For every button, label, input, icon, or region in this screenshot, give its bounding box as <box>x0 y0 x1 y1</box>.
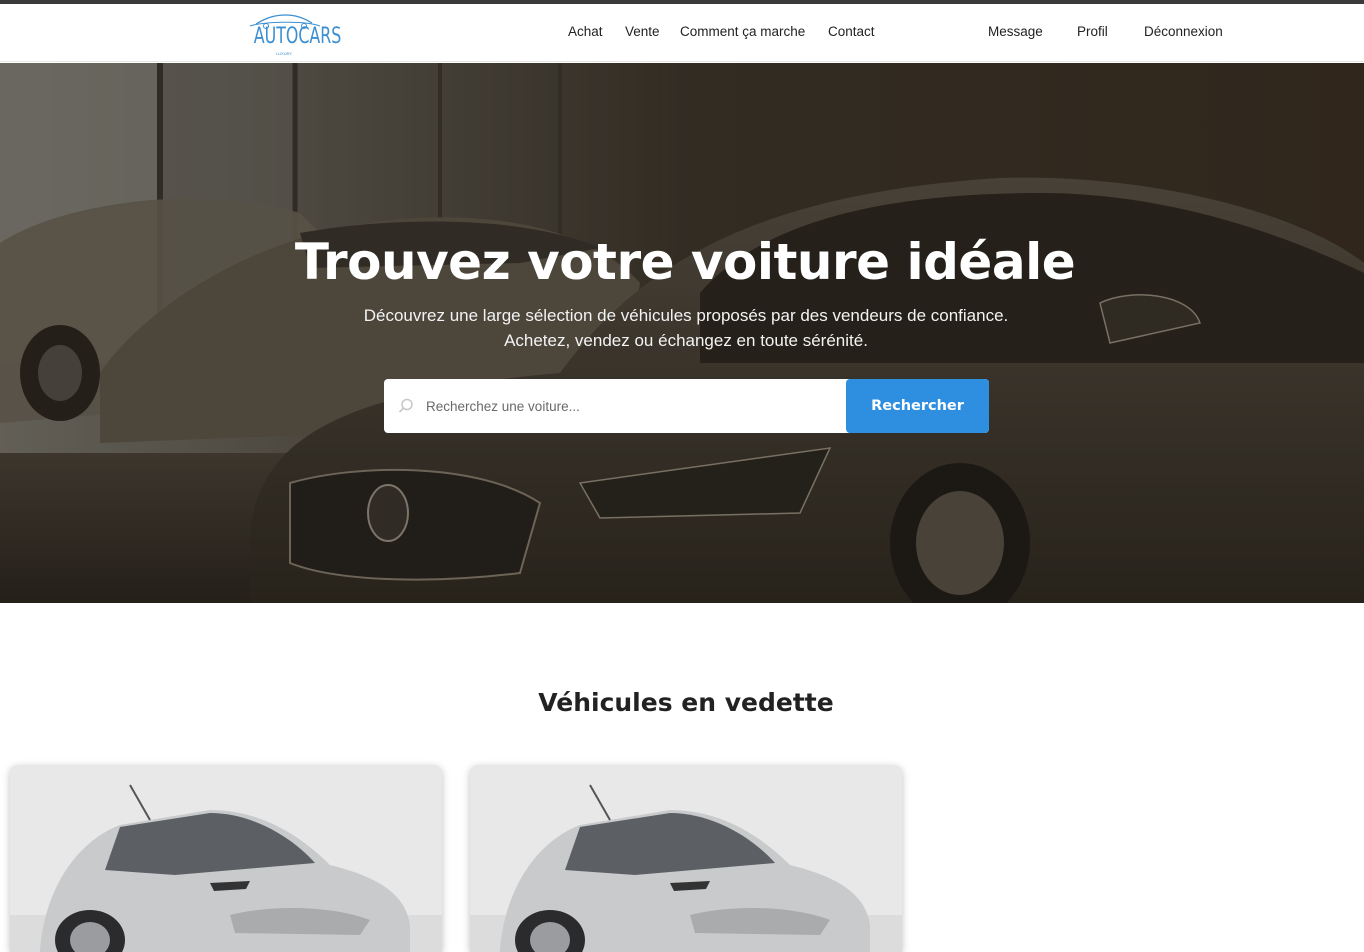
search-bar: Rechercher <box>384 379 989 433</box>
search-button[interactable]: Rechercher <box>846 379 989 433</box>
logo-subtext: LUXURY <box>275 51 293 56</box>
vehicle-image <box>10 765 442 952</box>
autocars-logo[interactable]: AUTOCARS LUXURY <box>242 10 342 60</box>
search-input[interactable] <box>426 389 836 423</box>
nav-link-vente[interactable]: Vente <box>625 24 660 39</box>
hero-title: Trouvez votre voiture idéale <box>294 233 1076 291</box>
hero-section: Trouvez votre voiture idéale Découvrez u… <box>0 63 1364 603</box>
nav-link-achat[interactable]: Achat <box>568 24 603 39</box>
nav-link-deconnexion[interactable]: Déconnexion <box>1144 24 1223 39</box>
hero-subtitle-line-1: Découvrez une large sélection de véhicul… <box>363 306 1009 325</box>
site-header: AUTOCARS LUXURY Achat Vente Comment ça m… <box>0 4 1364 62</box>
nav-link-contact[interactable]: Contact <box>828 24 875 39</box>
vehicle-card[interactable] <box>470 765 902 952</box>
search-icon <box>398 398 413 413</box>
nav-link-profil[interactable]: Profil <box>1077 24 1108 39</box>
hero-subtitle-line-2: Achetez, vendez ou échangez en toute sér… <box>504 331 868 350</box>
logo-text: AUTOCARS <box>253 24 342 49</box>
hero-subtitle: Découvrez une large sélection de véhicul… <box>0 303 1364 353</box>
featured-section-title: Véhicules en vedette <box>538 688 834 717</box>
nav-link-message[interactable]: Message <box>988 24 1043 39</box>
vehicle-card[interactable] <box>10 765 442 952</box>
nav-link-comment-ca-marche[interactable]: Comment ça marche <box>680 24 805 39</box>
vehicle-image <box>470 765 902 952</box>
